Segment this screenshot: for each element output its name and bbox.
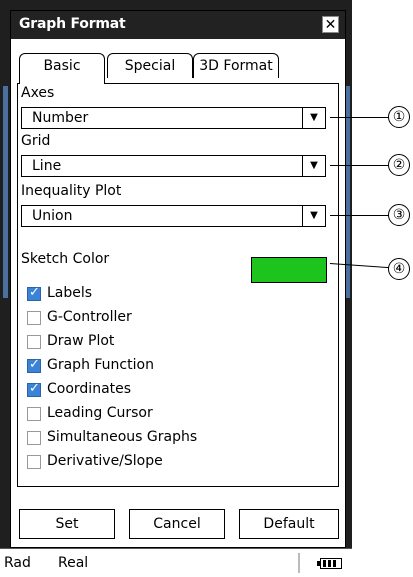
battery-icon: [317, 558, 342, 569]
callout-3: ③: [388, 204, 410, 226]
tab-special[interactable]: Special: [107, 53, 193, 78]
tab-bar: Basic Special 3D Format: [11, 39, 345, 84]
callout-line-3: [330, 215, 390, 216]
checkbox-box[interactable]: [27, 285, 41, 301]
close-icon[interactable]: ✕: [322, 16, 339, 33]
axes-select[interactable]: Number ▼: [21, 107, 326, 129]
checkbox-box[interactable]: [27, 381, 41, 397]
inequality-plot-label: Inequality Plot: [21, 183, 122, 199]
tab-3d-format[interactable]: 3D Format: [193, 53, 279, 78]
grid-label: Grid: [21, 133, 51, 149]
checkbox-label: Draw Plot: [47, 333, 115, 349]
checkbox-label: Simultaneous Graphs: [47, 429, 198, 445]
checkbox-box[interactable]: [27, 335, 41, 349]
dialog-title: Graph Format: [19, 16, 126, 32]
checkbox-label: Labels: [47, 285, 93, 301]
checkbox-label: Derivative/Slope: [47, 453, 163, 469]
left-scroll-strip: [3, 86, 8, 298]
callout-line-2: [330, 165, 390, 166]
default-button[interactable]: Default: [239, 509, 339, 539]
callout-line-1: [330, 117, 390, 118]
sketch-color-label: Sketch Color: [21, 251, 110, 267]
set-button[interactable]: Set: [19, 509, 115, 539]
status-divider: [298, 553, 300, 573]
chevron-down-icon[interactable]: ▼: [302, 108, 325, 128]
chevron-down-icon[interactable]: ▼: [302, 156, 325, 176]
callout-4: ④: [388, 258, 410, 280]
dialog-titlebar: Graph Format ✕: [11, 11, 345, 39]
checkbox-box[interactable]: [27, 431, 41, 445]
grid-value: Line: [32, 158, 62, 174]
grid-select[interactable]: Line ▼: [21, 155, 326, 177]
axes-value: Number: [32, 110, 89, 126]
checkbox-box[interactable]: [27, 407, 41, 421]
checkbox-label: Graph Function: [47, 357, 154, 373]
callout-1: ①: [388, 106, 410, 128]
tab-basic[interactable]: Basic: [19, 53, 105, 84]
calculator-screen: Graph Format ✕ Basic Special 3D Format A…: [0, 0, 352, 577]
angle-unit-status[interactable]: Rad: [4, 555, 31, 571]
checkbox-label: Leading Cursor: [47, 405, 153, 421]
checkbox-box[interactable]: [27, 311, 41, 325]
inequality-plot-value: Union: [32, 208, 73, 224]
axes-label: Axes: [21, 85, 55, 101]
complex-mode-status[interactable]: Real: [58, 555, 88, 571]
chevron-down-icon[interactable]: ▼: [302, 206, 325, 226]
status-bar: Rad Real: [0, 548, 352, 577]
checkbox-label: G-Controller: [47, 309, 132, 325]
checkbox-label: Coordinates: [47, 381, 132, 397]
checkbox-box[interactable]: [27, 357, 41, 373]
graph-format-dialog: Graph Format ✕ Basic Special 3D Format A…: [10, 10, 346, 548]
callout-2: ②: [388, 154, 410, 176]
cancel-button[interactable]: Cancel: [129, 509, 225, 539]
checkbox-box[interactable]: [27, 455, 41, 469]
sketch-color-swatch[interactable]: [251, 257, 327, 283]
inequality-plot-select[interactable]: Union ▼: [21, 205, 326, 227]
